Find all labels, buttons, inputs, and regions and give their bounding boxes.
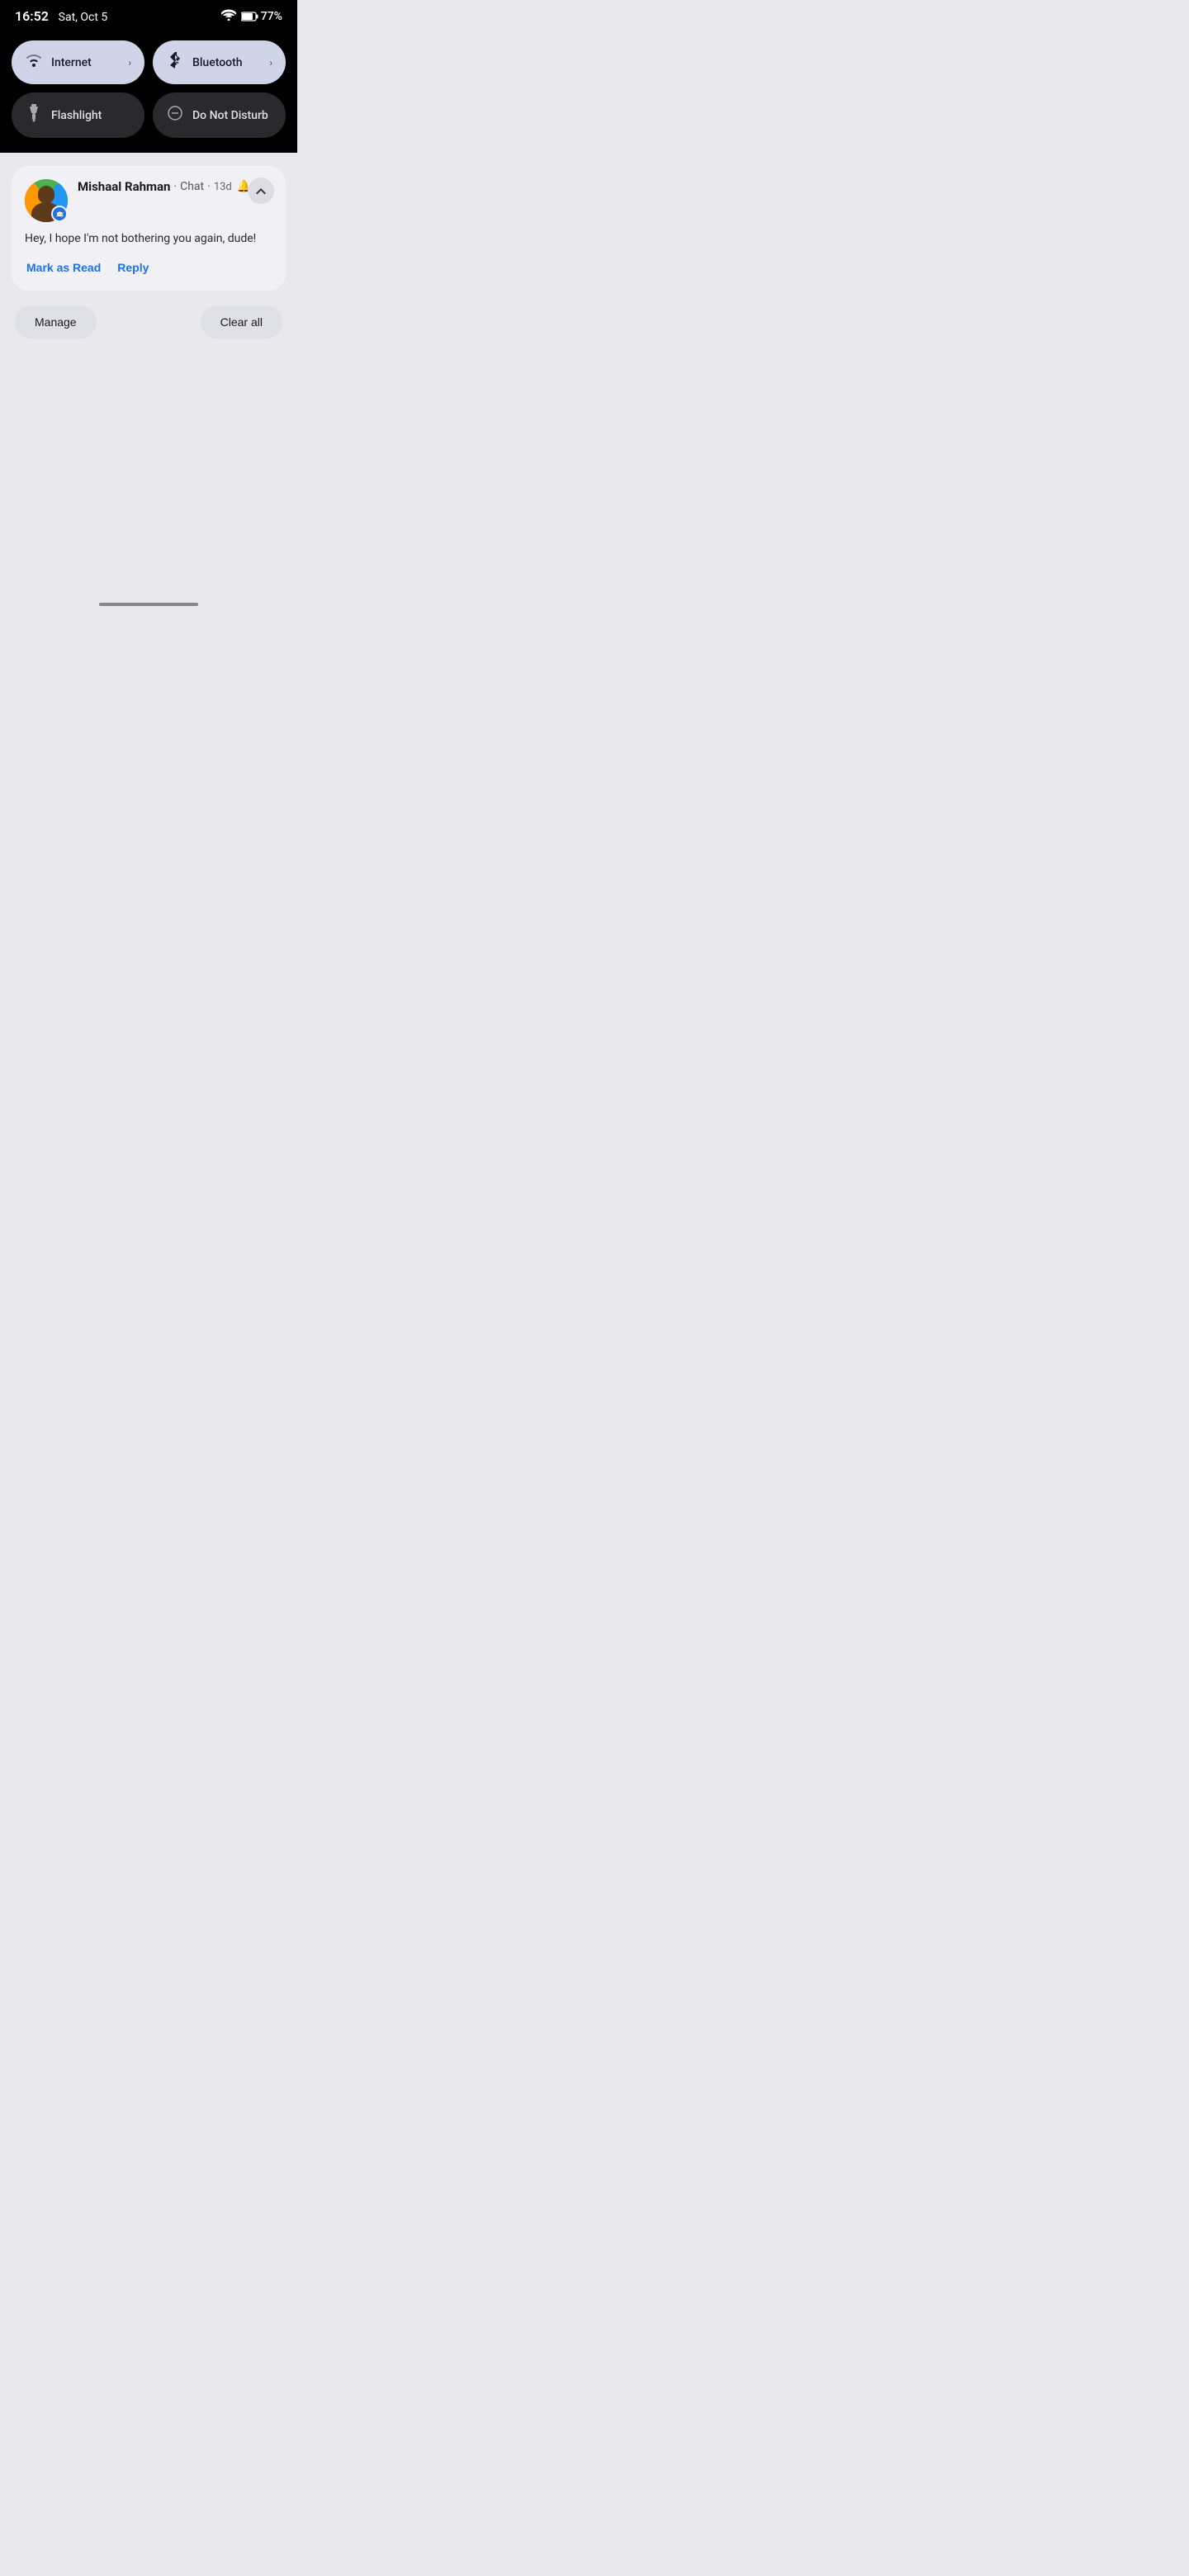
notif-sender-name: Mishaal Rahman (78, 179, 170, 194)
notif-actions: Mark as Read Reply (25, 258, 272, 277)
dnd-qs-icon (166, 105, 184, 125)
quick-settings-panel: Internet › Bluetooth › Flas (0, 31, 297, 153)
notif-title-row: Mishaal Rahman · Chat · 13d 🔔 (78, 179, 272, 194)
status-icons: 77% (221, 9, 282, 24)
notif-app-name: Chat (180, 180, 204, 193)
empty-space (12, 345, 286, 593)
home-bar (99, 603, 198, 606)
notification-card: 💬 Mishaal Rahman · Chat · 13d 🔔 (12, 166, 286, 291)
reply-button[interactable]: Reply (117, 258, 149, 277)
qs-tile-internet[interactable]: Internet › (12, 40, 144, 84)
flashlight-qs-icon (25, 104, 43, 126)
bluetooth-chevron: › (269, 57, 272, 69)
notif-meta: Mishaal Rahman · Chat · 13d 🔔 (78, 179, 272, 194)
qs-tile-dnd[interactable]: Do Not Disturb (153, 92, 286, 138)
mark-as-read-button[interactable]: Mark as Read (26, 258, 101, 277)
notification-bottom-bar: Manage Clear all (12, 302, 286, 345)
flashlight-label: Flashlight (51, 109, 131, 122)
notif-expand-button[interactable] (248, 178, 274, 204)
notif-time: 13d (214, 181, 232, 193)
status-time-date: 16:52 Sat, Oct 5 (15, 8, 107, 24)
qs-tile-flashlight[interactable]: Flashlight (12, 92, 144, 138)
notif-separator-1: · (173, 180, 177, 193)
home-indicator[interactable] (12, 593, 286, 613)
notif-header: 💬 Mishaal Rahman · Chat · 13d 🔔 (25, 179, 272, 222)
status-bar: 16:52 Sat, Oct 5 77% (0, 0, 297, 31)
notification-panel: 💬 Mishaal Rahman · Chat · 13d 🔔 (0, 153, 297, 648)
bluetooth-qs-icon (166, 52, 184, 73)
battery-percent: 77% (261, 10, 282, 23)
qs-tile-bluetooth[interactable]: Bluetooth › (153, 40, 286, 84)
svg-text:💬: 💬 (56, 211, 64, 218)
wifi-qs-icon (25, 54, 43, 71)
qs-row-2: Flashlight Do Not Disturb (12, 92, 286, 138)
manage-button[interactable]: Manage (15, 305, 97, 339)
qs-row-1: Internet › Bluetooth › (12, 40, 286, 84)
battery-icon: 77% (241, 10, 282, 23)
bluetooth-label: Bluetooth (192, 56, 261, 69)
notif-message-body: Hey, I hope I'm not bothering you again,… (25, 230, 272, 248)
notif-separator-2: · (207, 180, 211, 193)
clear-all-button[interactable]: Clear all (201, 305, 282, 339)
internet-label: Internet (51, 56, 120, 69)
status-date: Sat, Oct 5 (59, 11, 108, 24)
status-time: 16:52 (15, 8, 49, 24)
chat-badge-icon: 💬 (55, 210, 64, 219)
internet-chevron: › (128, 57, 131, 69)
chat-app-badge: 💬 (51, 206, 68, 222)
wifi-icon (221, 9, 236, 24)
avatar: 💬 (25, 179, 68, 222)
dnd-label: Do Not Disturb (192, 109, 272, 122)
chevron-up-icon (255, 187, 267, 195)
